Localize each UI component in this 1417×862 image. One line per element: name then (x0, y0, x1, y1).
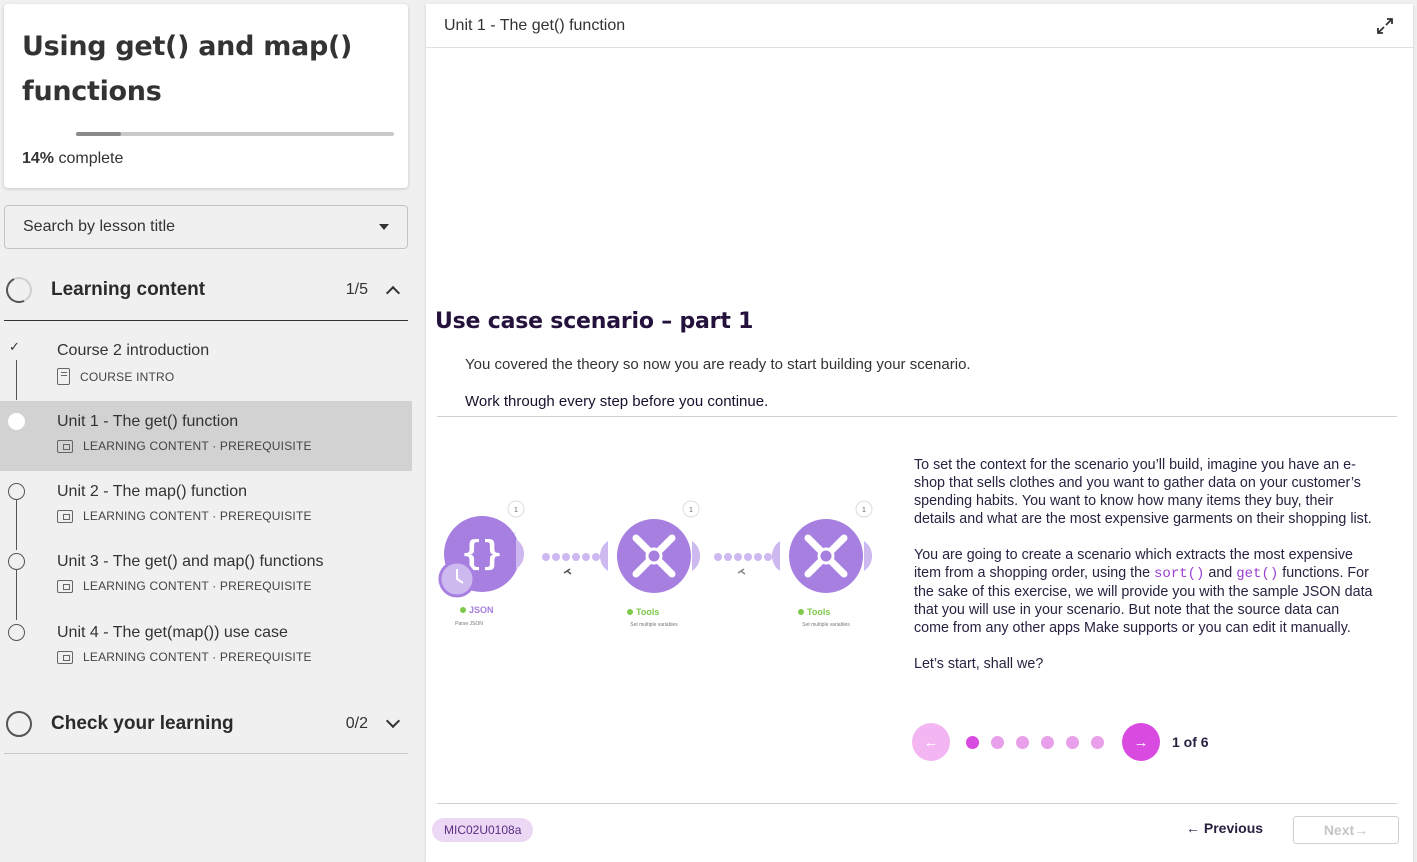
progress-value: 14% (22, 150, 55, 167)
inline-code: get() (1236, 566, 1279, 582)
arrow-right-icon: → (1354, 822, 1369, 838)
lesson-meta-text: LEARNING CONTENT · PREREQUISITE (83, 439, 312, 453)
carousel-dot[interactable] (1016, 735, 1029, 749)
lesson-status-dot-icon (8, 624, 25, 641)
section-divider (4, 753, 408, 754)
carousel-counter: 1 of 6 (1172, 734, 1209, 750)
section-title: Learning content (51, 279, 206, 300)
previous-button[interactable]: ← Previous (1186, 820, 1263, 836)
carousel-prev-button[interactable]: ← (912, 723, 950, 761)
footer-divider (437, 803, 1397, 804)
module-subtitle: Parse JSON (455, 621, 483, 627)
lesson-status-dot-icon (8, 483, 25, 500)
lesson-item[interactable]: Unit 3 - The get() and map() functions L… (0, 541, 412, 611)
scenario-diagram: 1 {} JSON Parse JSON 1 Tools Set multipl… (438, 500, 873, 628)
paragraph: To set the context for the scenario you’… (914, 457, 1372, 527)
section-count: 1/5 (345, 281, 368, 298)
lesson-meta: LEARNING CONTENT · PREREQUISITE (57, 650, 312, 664)
progress-suffix: complete (54, 150, 124, 167)
expand-fullscreen-icon[interactable] (1375, 16, 1395, 36)
module-name: Tools (636, 607, 659, 617)
lesson-meta: COURSE INTRO (57, 368, 174, 385)
lesson-title: Unit 3 - The get() and map() functions (57, 553, 324, 570)
lesson-title: Unit 4 - The get(map()) use case (57, 624, 288, 641)
carousel-next-button[interactable]: → (1122, 723, 1160, 761)
inline-code: sort() (1154, 566, 1205, 582)
lesson-meta-text: LEARNING CONTENT · PREREQUISITE (83, 650, 312, 664)
course-progress-bar (76, 132, 394, 136)
module-badge: 1 (514, 507, 518, 514)
arrow-left-icon: ← (923, 733, 939, 751)
slides-icon (57, 439, 73, 453)
lesson-meta-text: LEARNING CONTENT · PREREQUISITE (83, 579, 312, 593)
lesson-meta: LEARNING CONTENT · PREREQUISITE (57, 439, 312, 453)
lesson-title: Course 2 introduction (57, 342, 210, 359)
course-sidebar: Using get() and map() functions 14% comp… (0, 0, 412, 862)
lesson-title: Unit 2 - The map() function (57, 483, 248, 500)
lesson-meta: LEARNING CONTENT · PREREQUISITE (57, 579, 312, 593)
lesson-status-dot-icon (8, 413, 25, 430)
carousel-dots (960, 735, 1110, 749)
lesson-title: Unit 1 - The get() function (57, 413, 239, 430)
instruction-text: Work through every step before you conti… (465, 393, 769, 410)
slides-icon (57, 579, 73, 593)
module-subtitle: Set multiple variables (802, 622, 850, 628)
content-header: Unit 1 - The get() function (426, 4, 1413, 48)
chevron-down-icon (385, 713, 401, 729)
scenario-title: Use case scenario – part 1 (435, 309, 754, 334)
section-progress-ring-icon (6, 711, 32, 737)
next-button[interactable]: Next → (1293, 816, 1399, 844)
json-module-icon: 1 {} JSON Parse JSON (438, 500, 525, 627)
section-title: Check your learning (51, 713, 234, 734)
lesson-meta: LEARNING CONTENT · PREREQUISITE (57, 509, 312, 523)
progress-text: 14% complete (22, 150, 123, 168)
module-name: JSON (469, 605, 494, 615)
section-divider (4, 320, 408, 321)
slides-icon (57, 650, 73, 664)
slides-icon (57, 509, 73, 523)
carousel-dot[interactable] (1066, 735, 1079, 749)
intro-text: You covered the theory so now you are re… (465, 356, 971, 373)
content-divider (437, 416, 1397, 417)
chevron-up-icon (385, 285, 401, 301)
paragraph: You are going to create a scenario which… (914, 547, 1373, 636)
lesson-code-badge: MIC02U0108a (432, 818, 534, 842)
section-header-check-your-learning[interactable]: Check your learning 0/2 (4, 696, 408, 752)
module-name: Tools (807, 607, 830, 617)
carousel-dot[interactable] (966, 735, 979, 749)
lesson-search-dropdown[interactable]: Search by lesson title (4, 205, 408, 249)
caret-down-icon (379, 224, 389, 230)
document-icon (57, 368, 70, 385)
module-subtitle: Set multiple variables (630, 622, 678, 628)
lesson-item[interactable]: Unit 2 - The map() function LEARNING CON… (0, 471, 412, 541)
module-badge: 1 (689, 507, 693, 514)
content-header-title: Unit 1 - The get() function (444, 16, 626, 34)
lesson-meta-text: COURSE INTRO (80, 369, 175, 384)
tools-module-icon: 1 Tools Set multiple variables (599, 500, 701, 628)
lesson-item[interactable]: Unit 4 - The get(map()) use case LEARNIN… (0, 612, 412, 682)
section-progress-ring-icon (2, 273, 36, 307)
check-icon: ✓ (9, 340, 20, 355)
carousel-dot[interactable] (991, 735, 1004, 749)
lesson-content-panel: Unit 1 - The get() function Use case sce… (426, 4, 1413, 862)
arrow-left-icon: ← (1186, 820, 1204, 836)
section-header-learning-content[interactable]: Learning content 1/5 (2, 262, 408, 318)
carousel-dot[interactable] (1041, 735, 1054, 749)
lesson-item[interactable]: ✓ Course 2 introduction COURSE INTRO (0, 330, 412, 400)
slide-carousel: ← → 1 of 6 (912, 722, 1209, 762)
paragraph: Let’s start, shall we? (914, 656, 1044, 672)
lesson-status-dot-icon (8, 553, 25, 570)
lesson-search-label: Search by lesson title (23, 218, 176, 235)
lesson-item-current[interactable]: Unit 1 - The get() function LEARNING CON… (0, 401, 412, 471)
course-progress-fill (76, 132, 121, 136)
carousel-dot[interactable] (1091, 735, 1104, 749)
course-title: Using get() and map() functions (22, 31, 353, 107)
section-count: 0/2 (345, 715, 368, 732)
tools-module-icon: 1 Tools Set multiple variables (771, 500, 873, 628)
module-badge: 1 (862, 507, 866, 514)
arrow-right-icon: → (1133, 733, 1149, 751)
course-summary-card: Using get() and map() functions 14% comp… (4, 4, 408, 188)
scenario-description: To set the context for the scenario you’… (914, 456, 1374, 691)
lesson-meta-text: LEARNING CONTENT · PREREQUISITE (83, 509, 312, 523)
